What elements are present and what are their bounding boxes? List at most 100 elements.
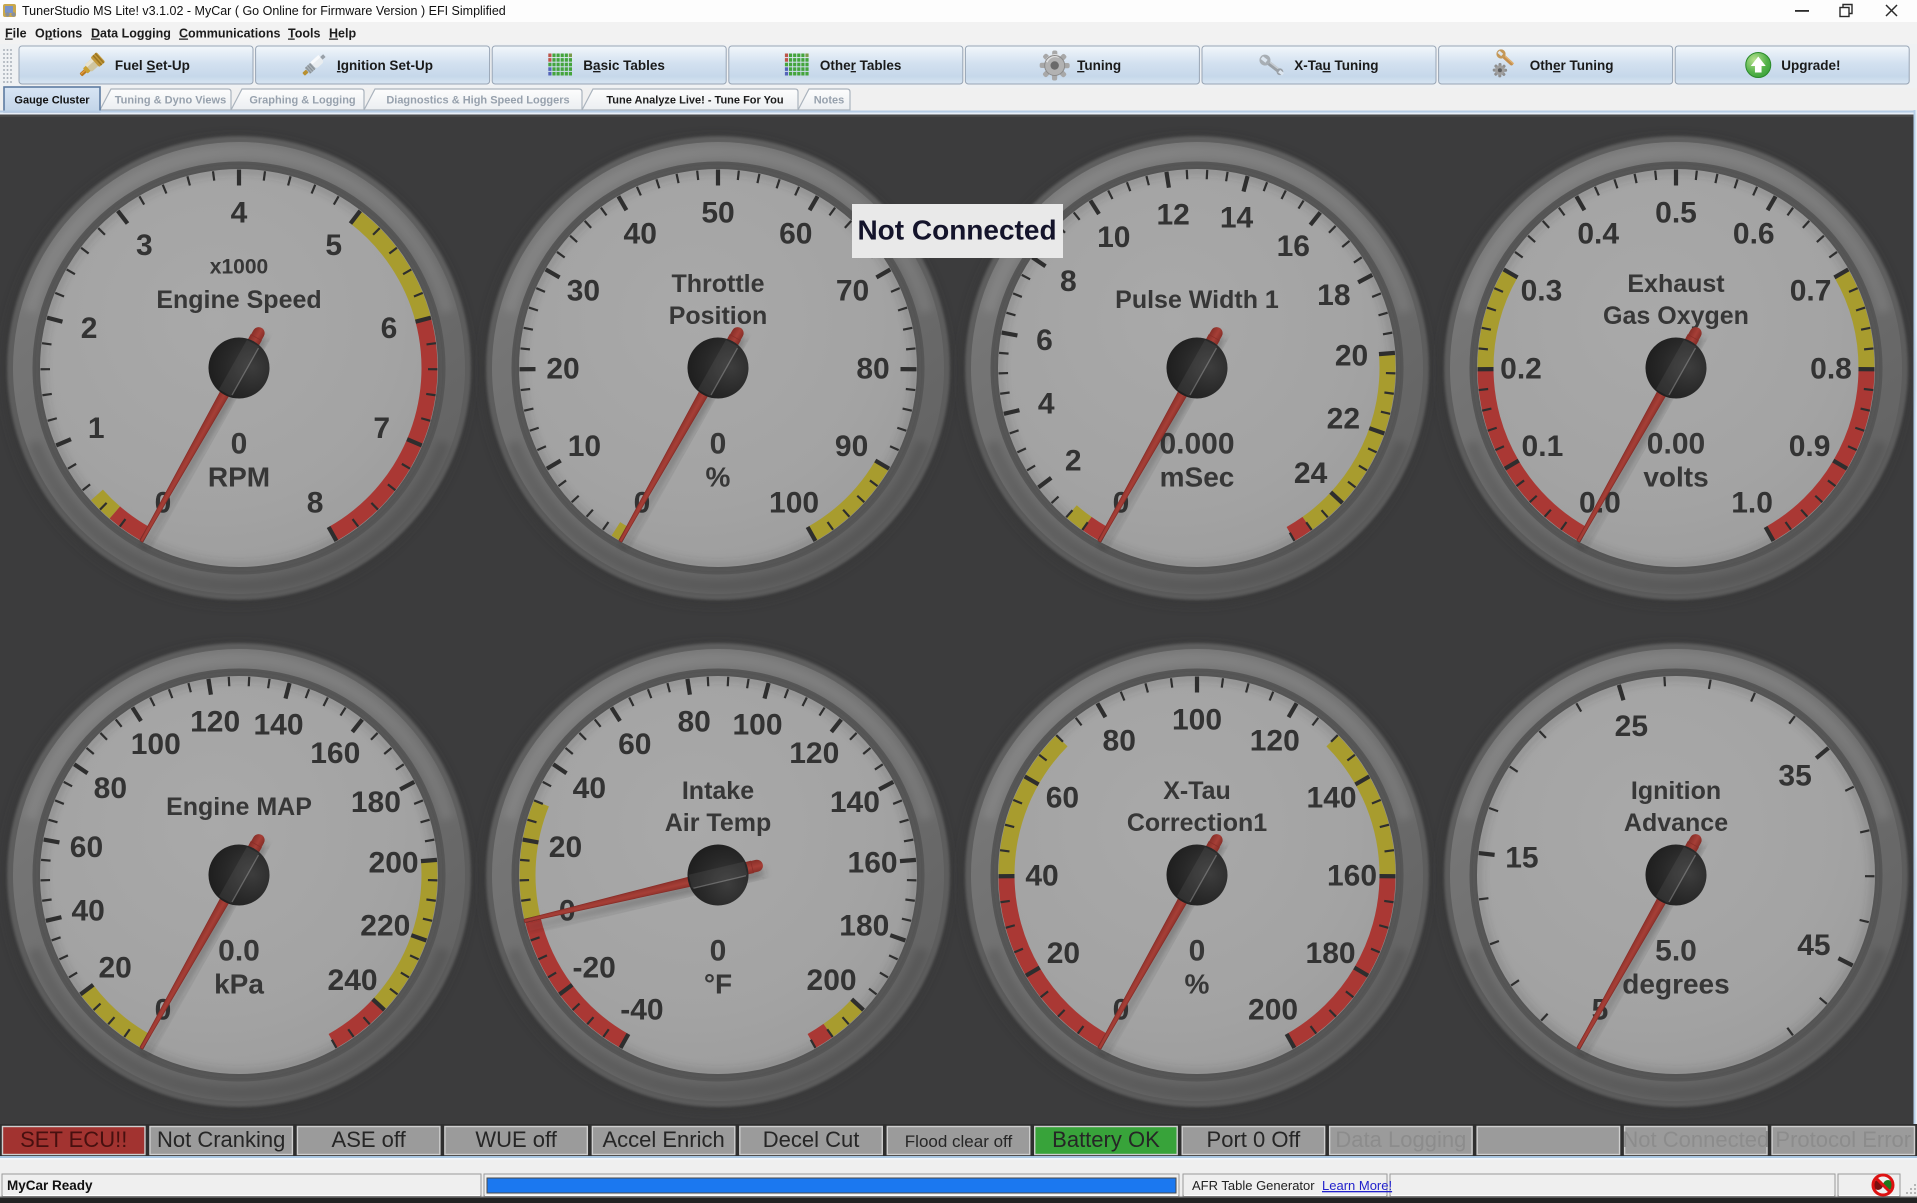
svg-text:10: 10 bbox=[1097, 221, 1130, 254]
svg-text:100: 100 bbox=[1172, 704, 1222, 737]
svg-text:Not Connected: Not Connected bbox=[1622, 1127, 1769, 1152]
svg-text:100: 100 bbox=[732, 709, 782, 742]
svg-text:80: 80 bbox=[1103, 724, 1136, 757]
svg-text:60: 60 bbox=[618, 728, 651, 761]
svg-text:6: 6 bbox=[381, 312, 398, 345]
svg-text:X-Tau: X-Tau bbox=[1163, 777, 1231, 805]
svg-text:kPa: kPa bbox=[214, 969, 264, 1000]
svg-text:100: 100 bbox=[769, 487, 819, 520]
svg-text:200: 200 bbox=[369, 847, 419, 880]
svg-text:7: 7 bbox=[373, 412, 390, 445]
svg-text:20: 20 bbox=[549, 831, 582, 864]
svg-text:Notes: Notes bbox=[814, 95, 845, 107]
svg-text:0.6: 0.6 bbox=[1733, 217, 1775, 250]
svg-text:File: File bbox=[5, 27, 27, 41]
svg-text:Engine MAP: Engine MAP bbox=[166, 793, 312, 821]
svg-text:14: 14 bbox=[1220, 202, 1254, 235]
svg-text:240: 240 bbox=[328, 964, 378, 997]
svg-text:Learn More!: Learn More! bbox=[1322, 1178, 1392, 1193]
svg-text:6: 6 bbox=[1036, 324, 1053, 357]
svg-text:Correction1: Correction1 bbox=[1127, 809, 1267, 837]
svg-text:ASE off: ASE off bbox=[332, 1127, 407, 1152]
svg-text:18: 18 bbox=[1317, 279, 1350, 312]
svg-text:15: 15 bbox=[1505, 841, 1538, 874]
svg-text:40: 40 bbox=[72, 894, 105, 927]
svg-text:mSec: mSec bbox=[1160, 462, 1235, 493]
svg-text:2: 2 bbox=[81, 312, 98, 345]
svg-text:140: 140 bbox=[830, 786, 880, 819]
svg-text:Communications: Communications bbox=[179, 27, 280, 41]
svg-text:0.1: 0.1 bbox=[1522, 430, 1564, 463]
svg-text:Engine Speed: Engine Speed bbox=[156, 286, 321, 314]
svg-text:24: 24 bbox=[1294, 457, 1328, 490]
svg-text:40: 40 bbox=[1025, 859, 1058, 892]
svg-text:8: 8 bbox=[1060, 265, 1077, 298]
svg-text:-20: -20 bbox=[572, 952, 615, 985]
svg-text:50: 50 bbox=[701, 197, 734, 230]
svg-text:80: 80 bbox=[677, 705, 710, 738]
svg-text:Intake: Intake bbox=[682, 777, 754, 805]
svg-text:200: 200 bbox=[1248, 994, 1298, 1027]
svg-text:Data Logging: Data Logging bbox=[91, 27, 171, 41]
svg-text:0: 0 bbox=[710, 428, 727, 461]
svg-text:Flood clear off: Flood clear off bbox=[905, 1132, 1013, 1151]
svg-text:TunerStudio MS Lite! v3.1.02 -: TunerStudio MS Lite! v3.1.02 - MyCar ( G… bbox=[22, 4, 506, 18]
svg-text:120: 120 bbox=[1250, 724, 1300, 757]
svg-text:Not Cranking: Not Cranking bbox=[157, 1127, 285, 1152]
svg-text:Upgrade!: Upgrade! bbox=[1781, 58, 1840, 73]
svg-text:degrees: degrees bbox=[1622, 969, 1729, 1000]
svg-text:WUE off: WUE off bbox=[475, 1127, 557, 1152]
svg-text:Port 0 Off: Port 0 Off bbox=[1207, 1127, 1302, 1152]
svg-text:-40: -40 bbox=[620, 994, 663, 1027]
svg-text:120: 120 bbox=[190, 705, 240, 738]
svg-text:Throttle: Throttle bbox=[671, 270, 764, 298]
svg-text:16: 16 bbox=[1277, 230, 1310, 263]
svg-text:Gas Oxygen: Gas Oxygen bbox=[1603, 302, 1749, 330]
svg-text:20: 20 bbox=[98, 952, 131, 985]
svg-text:Decel Cut: Decel Cut bbox=[763, 1127, 860, 1152]
svg-text:2: 2 bbox=[1065, 445, 1082, 478]
svg-text:1: 1 bbox=[88, 412, 105, 445]
svg-text:Diagnostics & High Speed Logge: Diagnostics & High Speed Loggers bbox=[386, 95, 569, 107]
svg-text:120: 120 bbox=[789, 737, 839, 770]
svg-text:Tuning: Tuning bbox=[1077, 58, 1121, 73]
svg-text:0: 0 bbox=[710, 935, 727, 968]
svg-text:Exhaust: Exhaust bbox=[1627, 270, 1725, 298]
svg-text:0.4: 0.4 bbox=[1577, 217, 1619, 250]
svg-text:MyCar Ready: MyCar Ready bbox=[7, 1178, 93, 1193]
svg-text:45: 45 bbox=[1797, 929, 1830, 962]
svg-text:70: 70 bbox=[836, 275, 869, 308]
svg-text:140: 140 bbox=[253, 709, 303, 742]
svg-text:0.8: 0.8 bbox=[1810, 352, 1852, 385]
svg-text:180: 180 bbox=[351, 786, 401, 819]
svg-text:Other Tables: Other Tables bbox=[820, 58, 902, 73]
svg-text:200: 200 bbox=[807, 964, 857, 997]
svg-text:Not Connected: Not Connected bbox=[857, 215, 1056, 246]
svg-text:60: 60 bbox=[1046, 782, 1079, 815]
svg-text:Help: Help bbox=[329, 27, 356, 41]
svg-text:3: 3 bbox=[136, 229, 153, 262]
svg-text:1.0: 1.0 bbox=[1731, 487, 1773, 520]
svg-text:Basic Tables: Basic Tables bbox=[583, 58, 665, 73]
svg-text:Tune Analyze Live! - Tune For: Tune Analyze Live! - Tune For You bbox=[606, 95, 783, 107]
svg-text:Graphing & Logging: Graphing & Logging bbox=[249, 95, 355, 107]
svg-text:Data Logging: Data Logging bbox=[1335, 1127, 1466, 1152]
svg-text:25: 25 bbox=[1615, 710, 1648, 743]
svg-text:Ignition Set-Up: Ignition Set-Up bbox=[337, 58, 433, 73]
svg-text:12: 12 bbox=[1156, 198, 1189, 231]
svg-text:Protocol Error: Protocol Error bbox=[1775, 1127, 1911, 1152]
svg-text:60: 60 bbox=[779, 217, 812, 250]
svg-text:90: 90 bbox=[835, 430, 868, 463]
svg-text:0: 0 bbox=[1189, 935, 1206, 968]
svg-text:8: 8 bbox=[307, 487, 324, 520]
svg-text:0.2: 0.2 bbox=[1500, 352, 1542, 385]
svg-text:%: % bbox=[1185, 969, 1210, 1000]
svg-text:0.5: 0.5 bbox=[1655, 197, 1697, 230]
svg-text:Position: Position bbox=[669, 302, 768, 330]
svg-text:Tuning & Dyno Views: Tuning & Dyno Views bbox=[115, 95, 226, 107]
svg-text:Air Temp: Air Temp bbox=[665, 809, 772, 837]
svg-text:10: 10 bbox=[568, 430, 601, 463]
svg-text:4: 4 bbox=[231, 197, 248, 230]
svg-text:x1000: x1000 bbox=[210, 256, 268, 279]
svg-text:30: 30 bbox=[567, 275, 600, 308]
